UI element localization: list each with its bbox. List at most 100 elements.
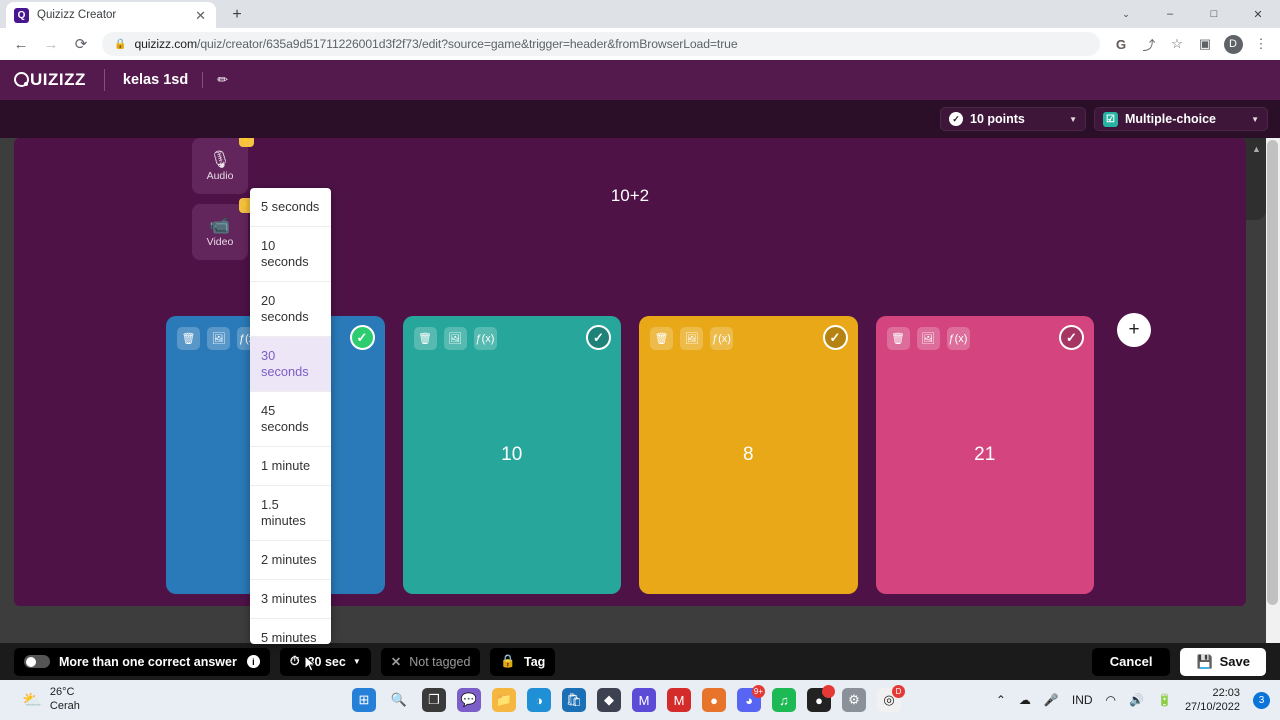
timer-option[interactable]: 10 seconds (250, 227, 331, 282)
taskbar-weather[interactable]: ⛅ 26°C Cerah (22, 686, 80, 714)
image-icon[interactable]: 🖼 (207, 327, 230, 350)
answer-card[interactable]: 🗑 🖼 ƒ(x) ✓ 21 (875, 316, 1094, 594)
correct-answer-toggle[interactable]: ✓ (1059, 325, 1084, 350)
forward-icon[interactable]: → (36, 29, 66, 59)
multiple-correct-answer-toggle[interactable] (24, 655, 50, 668)
timer-option[interactable]: 2 minutes (250, 541, 331, 580)
browser-toolbar: ← → ⟳ 🔒 quizizz.com/quiz/creator/635a9d5… (0, 28, 1280, 60)
taskbar-app-app-dark[interactable]: ◆ (597, 688, 621, 712)
profile-avatar[interactable]: D (1220, 31, 1246, 57)
timer-option[interactable]: 1 minute (250, 447, 331, 486)
chevron-down-icon[interactable]: ⌄ (1104, 0, 1148, 28)
chevron-up-icon[interactable]: ⌃ (996, 693, 1006, 707)
formula-icon[interactable]: ƒ(x) (946, 327, 970, 350)
language-indicator[interactable]: IND (1072, 693, 1093, 707)
side-panel-icon[interactable]: ▣ (1192, 31, 1218, 57)
scroll-up-icon[interactable]: ▲ (1252, 144, 1261, 154)
vertical-scrollbar-thumb[interactable] (1267, 140, 1278, 605)
file-explorer-icon: 📁 (495, 692, 513, 707)
taskbar-app-mcafee[interactable]: M (667, 688, 691, 712)
back-icon[interactable]: ← (6, 29, 36, 59)
url-domain: quizizz.com (134, 37, 198, 51)
browser-tab[interactable]: Q Quizizz Creator ✕ (6, 2, 216, 28)
notification-badge[interactable]: 3 (1253, 691, 1270, 709)
taskbar-app-file-explorer[interactable]: 📁 (492, 688, 516, 712)
reload-icon[interactable]: ⟳ (66, 29, 96, 59)
formula-icon[interactable]: ƒ(x) (473, 327, 497, 350)
question-text[interactable]: 10+2 (14, 186, 1246, 206)
share-icon[interactable]: ⤴ (1136, 31, 1162, 57)
cancel-button[interactable]: Cancel (1091, 647, 1171, 676)
taskbar-app-chat[interactable]: 💬 (457, 688, 481, 712)
edit-pencil-icon[interactable]: ✏ (217, 72, 228, 88)
timer-option[interactable]: 5 minutes (250, 619, 331, 644)
taskbar-app-firefox[interactable]: ● (702, 688, 726, 712)
microphone-icon[interactable]: 🎤 (1044, 693, 1059, 707)
taskbar-app-chrome[interactable]: ◎ D (877, 685, 905, 712)
microsoft-store-icon: 🛍 (565, 692, 583, 707)
timer-option[interactable]: 45 seconds (250, 392, 331, 447)
timer-option[interactable]: 20 seconds (250, 282, 331, 337)
timer-option[interactable]: 1.5 minutes (250, 486, 331, 541)
timer-option[interactable]: 5 seconds (250, 188, 331, 227)
correct-answer-toggle[interactable]: ✓ (586, 325, 611, 350)
save-disk-icon: 💾 (1196, 653, 1213, 669)
taskbar-app-app-blue[interactable]: M (632, 688, 656, 712)
timer-selector[interactable]: ⏱ 30 sec ▼ (279, 647, 371, 676)
taskbar-app-edge[interactable]: ◑ (527, 688, 551, 712)
taskbar-app-app-black[interactable]: ● (807, 685, 835, 712)
image-icon[interactable]: 🖼 (443, 327, 467, 350)
add-answer-button[interactable]: + (1117, 313, 1151, 347)
delete-icon[interactable]: 🗑 (177, 327, 200, 350)
delete-icon[interactable]: 🗑 (413, 327, 437, 350)
taskbar-app-microsoft-store[interactable]: 🛍 (562, 688, 586, 712)
image-icon[interactable]: 🖼 (680, 327, 703, 350)
timer-option[interactable]: 30 seconds (250, 336, 331, 392)
battery-icon[interactable]: 🔋 (1157, 693, 1172, 707)
taskbar-app-task-view[interactable]: ❐ (422, 688, 446, 712)
question-type-selector[interactable]: ☑ Multiple-choice ▼ (1094, 107, 1268, 131)
media-video-button[interactable]: ⚡ 📹 Video (192, 198, 254, 260)
correct-answer-toggle[interactable]: ✓ (349, 325, 375, 350)
weather-icon: ⛅ (22, 692, 42, 709)
answer-card[interactable]: 🗑 🖼 ƒ(x) ✓ 10 (402, 316, 621, 594)
multiple-correct-answer-group[interactable]: More than one correct answer i (14, 647, 270, 676)
timer-dropdown-menu[interactable]: 5 seconds 10 seconds 20 seconds 30 seconds 4… (250, 188, 331, 644)
delete-icon[interactable]: 🗑 (650, 327, 673, 350)
tag-status[interactable]: ✕ Not tagged (380, 647, 481, 676)
tag-button[interactable]: 🔒 Tag (490, 647, 556, 676)
volume-icon[interactable]: 🔊 (1129, 693, 1144, 707)
answer-card[interactable]: 🗑 🖼 ƒ(x) ✓ 8 (639, 316, 858, 594)
taskbar-app-spotify[interactable]: ♫ (772, 688, 796, 712)
formula-icon[interactable]: ƒ(x) (710, 327, 733, 350)
taskbar-app-start[interactable]: ⊞ (352, 688, 376, 712)
quizizz-logo[interactable]: UIZIZZ (14, 70, 86, 90)
image-icon[interactable]: 🖼 (916, 327, 940, 350)
maximize-icon[interactable]: □ (1192, 0, 1236, 28)
browser-menu-icon[interactable]: ⋮ (1248, 31, 1274, 57)
taskbar-app-badge: 9+ (751, 685, 765, 698)
correct-answer-toggle[interactable]: ✓ (822, 325, 848, 350)
save-button[interactable]: 💾 Save (1180, 647, 1266, 676)
new-tab-button[interactable]: + (226, 4, 248, 26)
multiple-choice-icon: ☑ (1103, 111, 1118, 127)
delete-icon[interactable]: 🗑 (886, 327, 910, 350)
url-path: /quiz/creator/635a9d51711226001d3f2f73/e… (197, 37, 738, 51)
cloud-icon[interactable]: ☁ (1019, 693, 1031, 707)
address-bar[interactable]: 🔒 quizizz.com/quiz/creator/635a9d5171122… (102, 32, 1100, 56)
close-icon[interactable]: ✕ (193, 9, 208, 22)
taskbar-app-discord[interactable]: ◕ 9+ (737, 685, 765, 712)
question-stage: ⚡ 🎙 Audio ⚡ 📹 Video 10+2 🗑 🖼 ƒ(x) ✓ 🗑 🖼 … (14, 138, 1246, 606)
taskbar-app-settings[interactable]: ⚙ (842, 688, 866, 712)
timer-option[interactable]: 3 minutes (250, 580, 331, 619)
close-window-icon[interactable]: ✕ (1236, 0, 1280, 28)
wifi-icon[interactable]: ◠ (1106, 693, 1116, 707)
points-selector[interactable]: ✓ 10 points ▼ (940, 107, 1086, 131)
taskbar-clock[interactable]: 22:03 27/10/2022 (1185, 686, 1240, 715)
bookmark-star-icon[interactable]: ☆ (1164, 31, 1190, 57)
taskbar-app-search[interactable]: 🔍 (387, 688, 411, 712)
info-icon[interactable]: i (246, 655, 260, 668)
google-icon[interactable]: G (1108, 31, 1134, 57)
app-header: UIZIZZ kelas 1sd ✏ (0, 60, 1280, 100)
minimize-icon[interactable]: – (1148, 0, 1192, 28)
